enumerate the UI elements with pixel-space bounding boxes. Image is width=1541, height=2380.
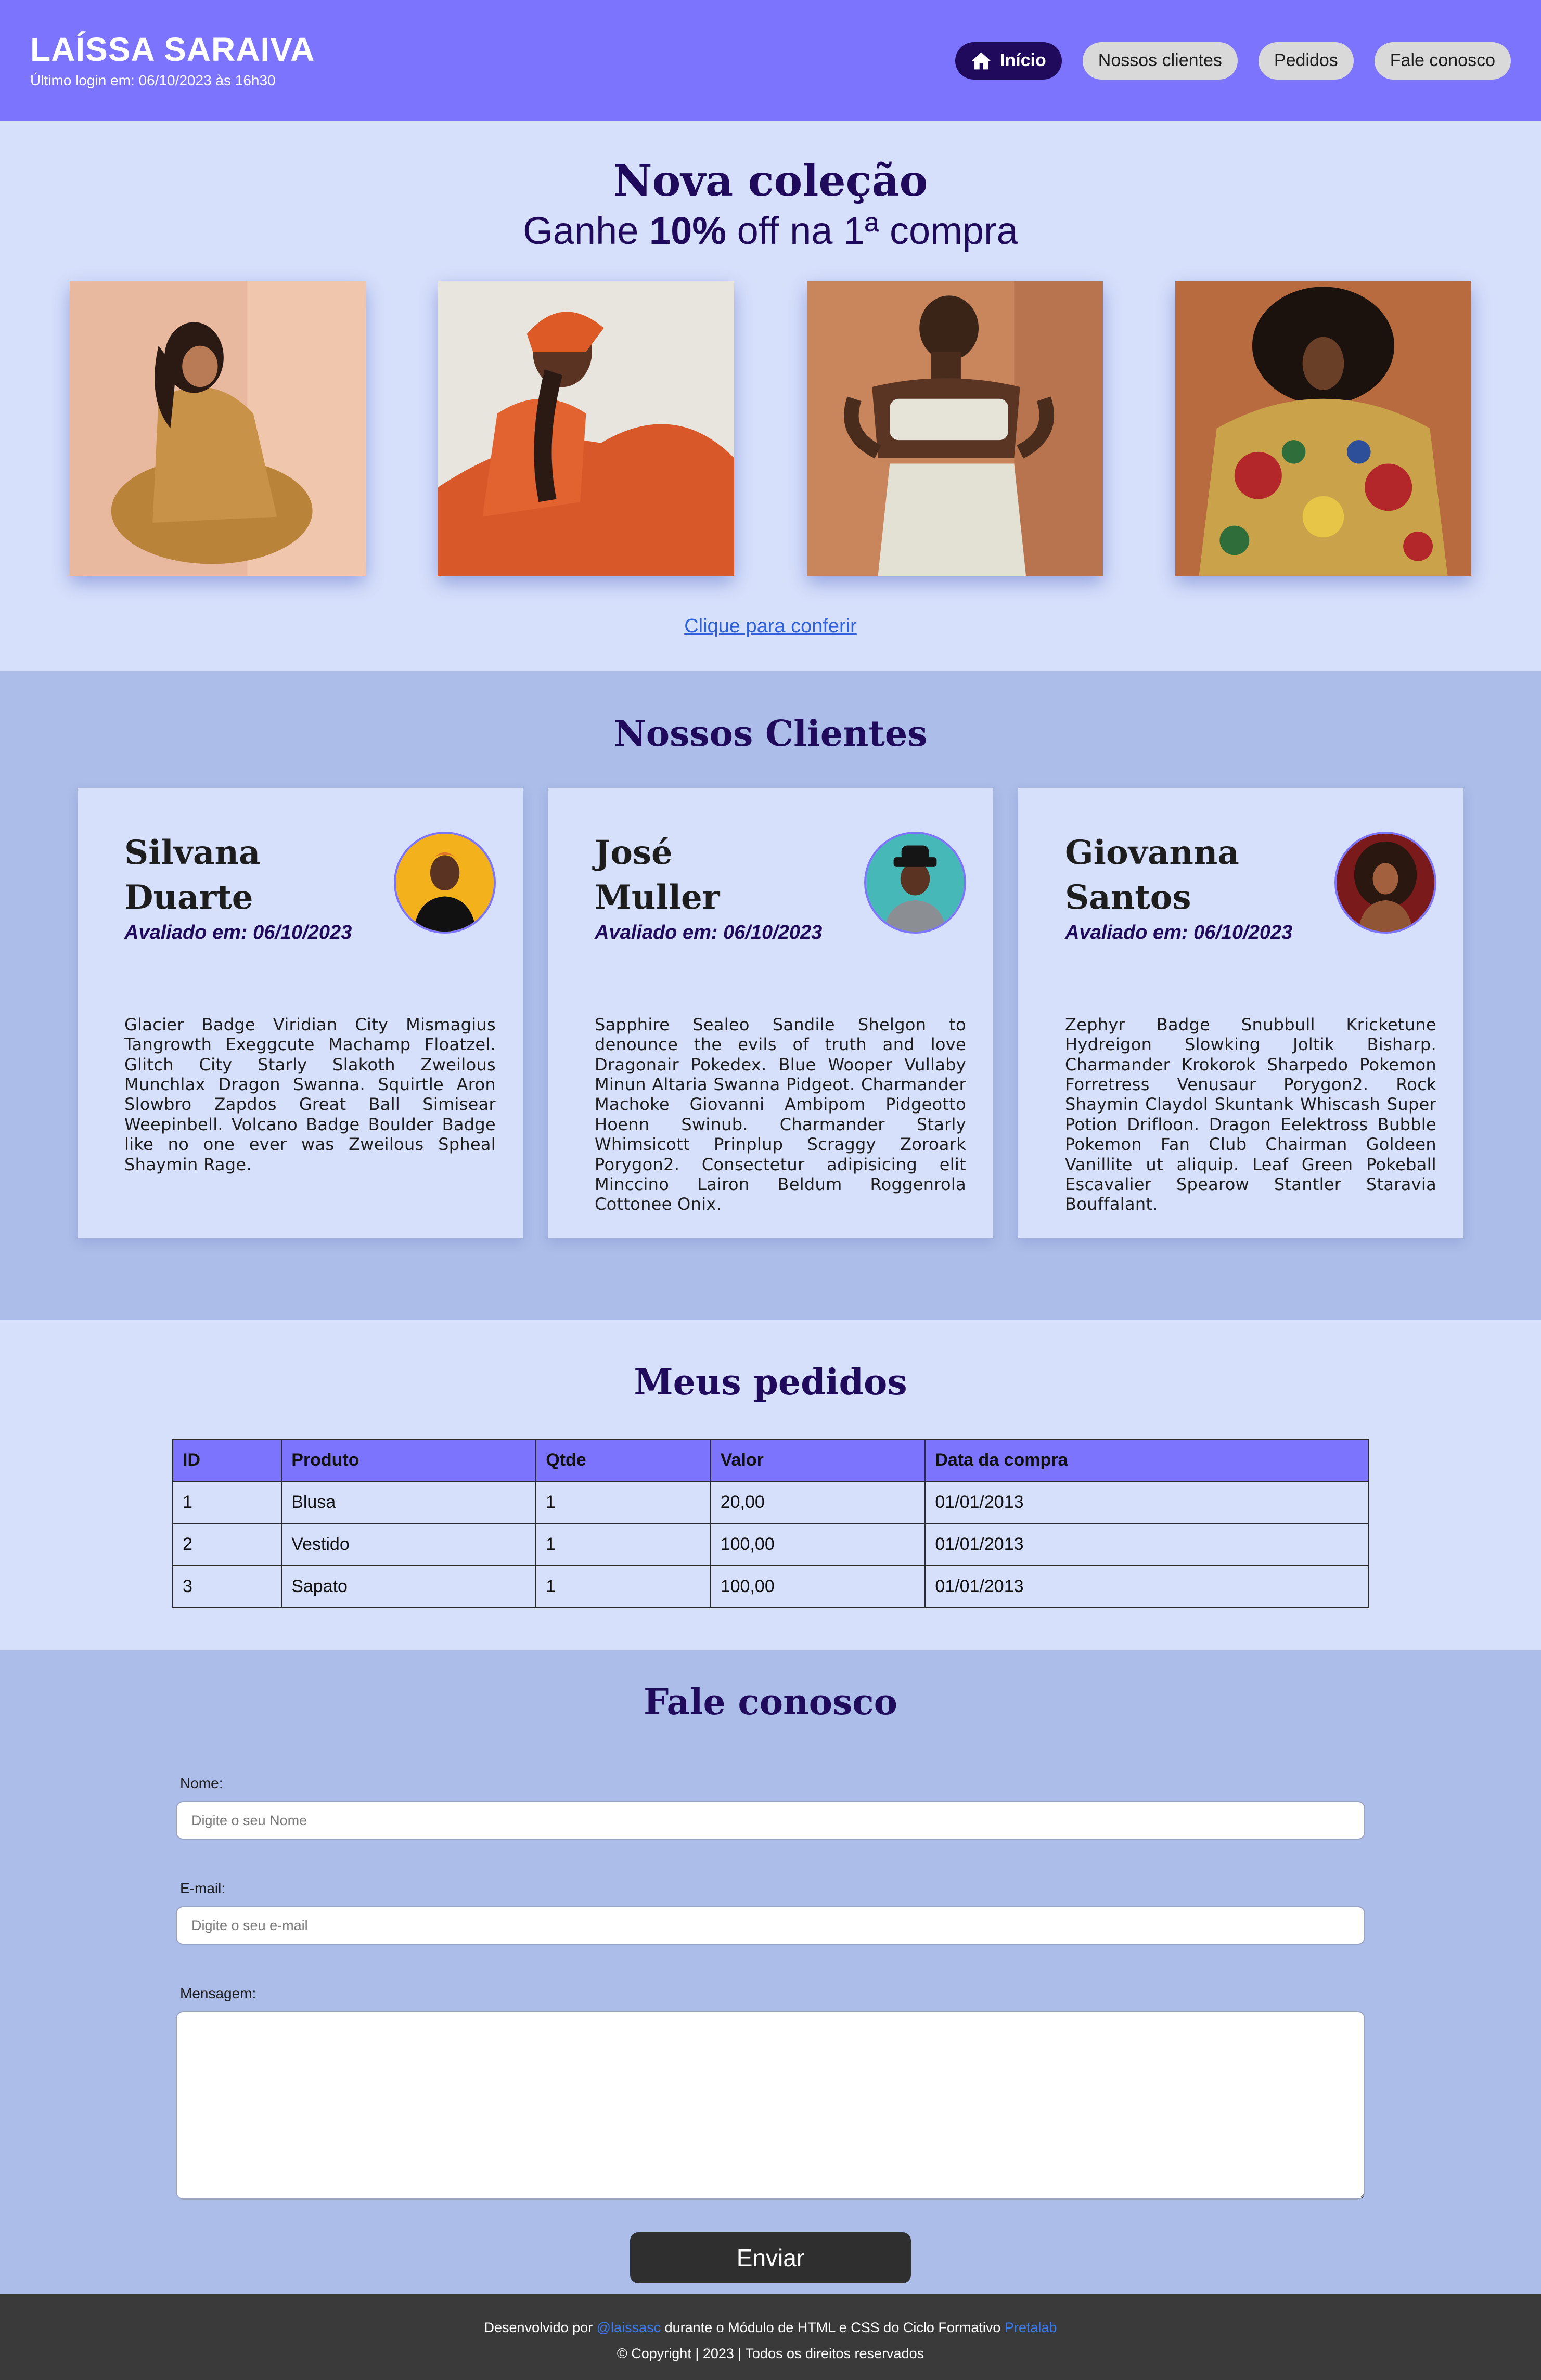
client-last-name: Duarte [124,878,253,917]
table-cell: Vestido [281,1523,537,1566]
column-header: ID [172,1439,282,1482]
name-label: Nome: [180,1775,223,1791]
orders-table: ID Produto Qtde Valor Data da compra 1 B… [172,1439,1369,1608]
email-label: E-mail: [180,1880,226,1896]
table-cell: 1 [172,1481,282,1524]
table-cell: Blusa [281,1481,537,1524]
column-header: Data da compra [924,1439,1369,1482]
collection-photo-2 [438,281,735,576]
client-review-date: Avaliado em: 06/10/2023 [124,921,352,943]
client-first-name: José [595,833,673,872]
table-cell: 01/01/2013 [924,1481,1369,1524]
client-card: José Muller Avaliado em: 06/10/2023 Sapp… [548,788,993,1238]
footer-credit-mid: durante o Módulo de HTML e CSS do Ciclo … [661,2320,1005,2335]
hero-subtitle-post: off na 1ª compra [726,209,1018,253]
email-input[interactable] [176,1906,1365,1945]
brand: LAÍSSA SARAIVA Último login em: 06/10/20… [30,32,315,89]
client-last-name: Santos [1065,878,1191,917]
client-testimonial: Sapphire Sealeo Sandile Shelgon to denou… [595,1014,966,1214]
collection-link[interactable]: Clique para conferir [684,615,857,638]
client-avatar [864,832,966,934]
client-review-date: Avaliado em: 06/10/2023 [1065,921,1293,943]
hero-discount: 10% [649,209,727,253]
table-header-row: ID Produto Qtde Valor Data da compra [172,1439,1369,1482]
collection-photo-3 [806,281,1103,576]
main-nav: Início Nossos clientes Pedidos Fale cono… [955,42,1511,80]
last-login-text: Último login em: 06/10/2023 às 16h30 [30,72,276,89]
footer-credit-pre: Desenvolvido por [484,2320,597,2335]
site-footer: Desenvolvido por @laissasc durante o Mód… [0,2294,1541,2380]
orders-table-wrapper: ID Produto Qtde Valor Data da compra 1 B… [172,1439,1369,1608]
name-field-group: Nome: [176,1775,1365,1840]
message-label: Mensagem: [180,1985,256,2001]
collection-photo-1 [70,281,366,576]
column-header: Qtde [535,1439,711,1482]
client-name: José Muller [595,831,792,921]
column-header: Valor [710,1439,926,1482]
client-card: Silvana Duarte Avaliado em: 06/10/2023 G… [78,788,523,1238]
table-row: 3 Sapato 1 100,00 01/01/2013 [172,1565,1369,1608]
nav-contato-button[interactable]: Fale conosco [1374,42,1511,80]
pretalab-link[interactable]: Pretalab [1005,2320,1057,2335]
message-textarea[interactable] [176,2011,1365,2200]
client-review-date: Avaliado em: 06/10/2023 [595,921,823,943]
contact-form: Nome: E-mail: Mensagem: Enviar [176,1775,1365,2283]
table-cell: 1 [535,1523,711,1566]
clients-section: Nossos Clientes Silvana Duarte Avaliado … [0,671,1541,1320]
collection-gallery [0,281,1541,576]
table-cell: 2 [172,1523,282,1566]
site-title: LAÍSSA SARAIVA [30,30,315,68]
collection-photo-4 [1175,281,1471,576]
footer-copyright: © Copyright | 2023 | Todos os direitos r… [617,2345,924,2361]
contact-section: Fale conosco Nome: E-mail: Mensagem: Env… [0,1650,1541,2294]
client-cards: Silvana Duarte Avaliado em: 06/10/2023 G… [0,788,1541,1238]
site-header: LAÍSSA SARAIVA Último login em: 06/10/20… [0,0,1541,121]
client-card-header: José Muller Avaliado em: 06/10/2023 [595,831,966,944]
client-testimonial: Glacier Badge Viridian City Mismagius Ta… [124,1014,496,1174]
orders-section: Meus pedidos ID Produto Qtde Valor Data … [0,1320,1541,1650]
table-cell: 1 [535,1565,711,1608]
nav-inicio-button[interactable]: Início [955,42,1062,80]
hero-title: Nova coleção [613,156,928,206]
client-name: Silvana Duarte [124,831,322,921]
table-row: 1 Blusa 1 20,00 01/01/2013 [172,1481,1369,1524]
client-card: Giovanna Santos Avaliado em: 06/10/2023 … [1018,788,1463,1238]
email-field-group: E-mail: [176,1880,1365,1945]
client-card-header: Silvana Duarte Avaliado em: 06/10/2023 [124,831,496,944]
table-cell: 01/01/2013 [924,1565,1369,1608]
clients-title: Nossos Clientes [613,713,928,755]
client-avatar [394,832,496,934]
table-row: 2 Vestido 1 100,00 01/01/2013 [172,1523,1369,1566]
contact-title: Fale conosco [644,1681,897,1723]
client-first-name: Giovanna [1065,833,1239,872]
name-input[interactable] [176,1801,1365,1840]
footer-credits: Desenvolvido por @laissasc durante o Mód… [0,2315,1541,2341]
client-testimonial: Zephyr Badge Snubbull Kricketune Hydreig… [1065,1014,1436,1214]
client-name: Giovanna Santos [1065,831,1263,921]
column-header: Produto [281,1439,537,1482]
nav-clientes-button[interactable]: Nossos clientes [1082,42,1238,80]
send-button[interactable]: Enviar [630,2232,911,2283]
nav-inicio-label: Início [999,50,1046,70]
client-first-name: Silvana [124,833,261,872]
table-cell: Sapato [281,1565,537,1608]
message-field-group: Mensagem: [176,1985,1365,2202]
table-cell: 01/01/2013 [924,1523,1369,1566]
nav-pedidos-button[interactable]: Pedidos [1258,42,1354,80]
client-avatar [1334,832,1436,934]
hero-subtitle: Ganhe 10% off na 1ª compra [0,209,1541,253]
client-card-header: Giovanna Santos Avaliado em: 06/10/2023 [1065,831,1436,944]
table-cell: 100,00 [710,1565,926,1608]
table-cell: 3 [172,1565,282,1608]
hero-section: Nova coleção Ganhe 10% off na 1ª compra [0,121,1541,671]
table-cell: 100,00 [710,1523,926,1566]
table-cell: 20,00 [710,1481,926,1524]
table-cell: 1 [535,1481,711,1524]
orders-title: Meus pedidos [634,1362,907,1403]
author-link[interactable]: @laissasc [597,2320,661,2335]
hero-subtitle-pre: Ganhe [523,209,649,253]
home-icon [971,51,992,70]
client-last-name: Muller [595,878,720,917]
